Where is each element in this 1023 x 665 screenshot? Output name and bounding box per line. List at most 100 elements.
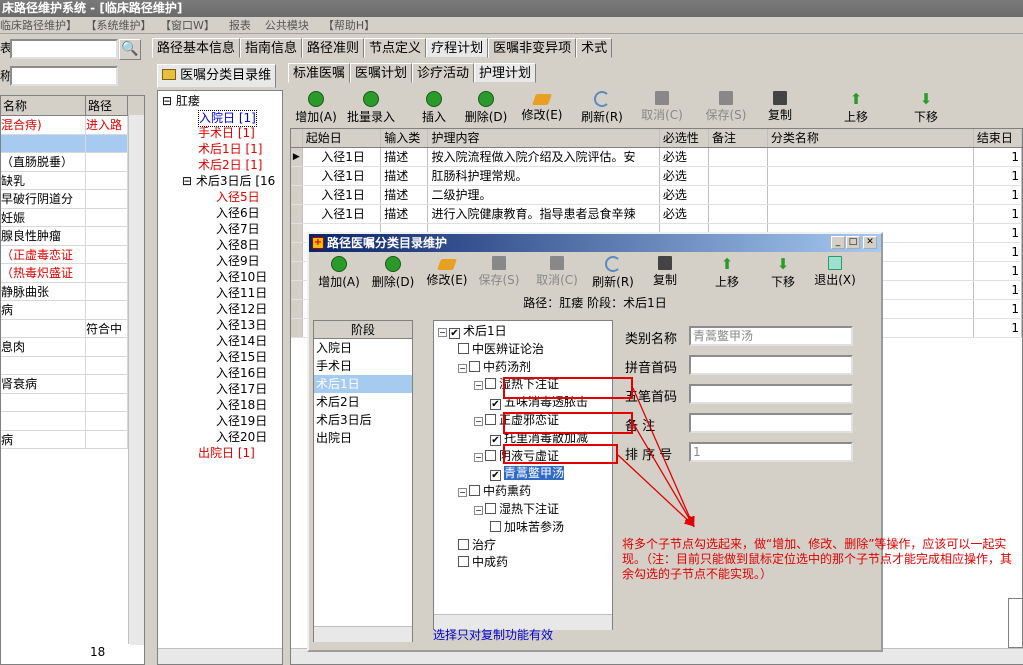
dialog-save-button[interactable]: 保存(S): [473, 256, 525, 288]
dialog-copy-button[interactable]: 复制: [639, 256, 691, 288]
expander-icon[interactable]: −: [474, 381, 483, 391]
cancel-button[interactable]: 取消(C): [634, 91, 690, 123]
stage-item[interactable]: 手术日: [314, 357, 412, 375]
pathway-stage-tree[interactable]: ⊟ 肛瘘 入院日 [1] 手术日 [1] 术后1日 [1] 术后2日 [1] ⊟ 术后3日…: [157, 90, 283, 665]
tree-node[interactable]: 入径13日: [216, 318, 267, 333]
inner-tab-0[interactable]: 标准医嘱: [288, 63, 351, 83]
inner-tab-1[interactable]: 医嘱计划: [350, 63, 413, 83]
grid-column-header[interactable]: 备注: [709, 129, 768, 147]
list-item[interactable]: （正虚毒恋证: [1, 245, 144, 264]
category-node[interactable]: − 中药熏药: [458, 483, 531, 499]
grid-column-header[interactable]: 必选性: [660, 129, 709, 147]
list-item[interactable]: 息肉: [1, 338, 144, 357]
category-node[interactable]: − 中药汤剂: [458, 359, 531, 375]
list-item[interactable]: 腺良性肿瘤: [1, 227, 144, 246]
category-node[interactable]: ✔ 青蒿鳖甲汤: [490, 465, 565, 482]
list-item[interactable]: （直肠脱垂）: [1, 153, 144, 172]
left-list-scrollbar[interactable]: [128, 115, 144, 645]
expander-icon[interactable]: −: [474, 417, 483, 426]
list-item[interactable]: 缺乳: [1, 171, 144, 190]
tree-hscrollbar[interactable]: [158, 648, 282, 664]
inner-tab-2[interactable]: 诊疗活动: [412, 63, 475, 83]
field-input[interactable]: 青蒿鳖甲汤: [689, 326, 853, 346]
menu-item-3[interactable]: 报表: [229, 19, 251, 32]
grid-column-header[interactable]: 结束日: [974, 129, 1022, 147]
delete-button[interactable]: 删除(D): [458, 91, 514, 125]
tree-node[interactable]: 入径15日: [216, 350, 267, 365]
menu-item-4[interactable]: 公共模块: [265, 19, 309, 32]
tree-node[interactable]: ⊟ 术后3日后 [16: [182, 174, 275, 189]
dialog-add-button[interactable]: 增加(A): [313, 256, 365, 290]
tab-order-category[interactable]: 医嘱分类目录维: [157, 64, 277, 88]
checkbox[interactable]: [490, 520, 501, 532]
checkbox[interactable]: [485, 414, 496, 425]
list-item[interactable]: 病: [1, 301, 144, 320]
grid-column-header[interactable]: 输入类: [381, 129, 429, 147]
table-row[interactable]: 入径1日 描述 进行入院健康教育。指导患者忌食辛辣 必选 1: [291, 205, 1022, 224]
tab-5[interactable]: 医嘱非变异项: [488, 38, 577, 58]
stage-item[interactable]: 术后3日后: [314, 411, 412, 429]
tree-node[interactable]: 入径9日: [216, 254, 260, 269]
field-input[interactable]: 1: [689, 442, 853, 462]
list-item[interactable]: 早破行阴道分: [1, 190, 144, 209]
tree-node[interactable]: 入径8日: [216, 238, 260, 253]
minimize-button[interactable]: _: [831, 236, 845, 249]
checkbox[interactable]: [458, 556, 469, 568]
category-node[interactable]: 加味苦参汤: [490, 519, 564, 535]
list-item[interactable]: 病: [1, 430, 144, 449]
tree-node[interactable]: 入径19日: [216, 414, 267, 429]
refresh-button[interactable]: 刷新(R): [574, 91, 630, 125]
down-arrow-button[interactable]: ⬇ 下移: [898, 91, 954, 125]
tree-node[interactable]: 入径16日: [216, 366, 267, 381]
menu-item-1[interactable]: 【系统维护】: [91, 19, 152, 32]
list-item[interactable]: 妊娠: [1, 208, 144, 227]
inner-tab-3[interactable]: 护理计划: [474, 63, 537, 83]
name-input[interactable]: [10, 66, 118, 86]
search-input[interactable]: [10, 39, 118, 59]
up-arrow-button[interactable]: ⬆ 上移: [828, 91, 884, 125]
list-item[interactable]: 静脉曲张: [1, 282, 144, 301]
checkbox[interactable]: [458, 342, 469, 354]
tree-node[interactable]: 入径12日: [216, 302, 267, 317]
stage-item[interactable]: 术后2日: [314, 393, 412, 411]
table-row[interactable]: 入径1日 描述 二级护理。 必选 1: [291, 186, 1022, 205]
search-button[interactable]: 🔍: [119, 39, 141, 60]
category-node[interactable]: 中医辨证论治: [458, 341, 544, 357]
edit-button[interactable]: 修改(E): [514, 91, 570, 123]
checkbox[interactable]: ✔: [490, 470, 501, 482]
category-tree[interactable]: − ✔ 术后1日 中医辨证论治 − 中药汤剂 − 湿热下注证 ✔ 五味消毒透脓击 − 正虚邪恋证 ✔ 托里…: [433, 320, 613, 630]
list-item[interactable]: [1, 356, 144, 375]
expander-icon[interactable]: −: [474, 452, 483, 462]
tree-node[interactable]: 入径14日: [216, 334, 267, 349]
copy-button[interactable]: 复制: [752, 91, 808, 123]
category-node[interactable]: − ✔ 术后1日: [438, 323, 507, 339]
tree-node[interactable]: 入径18日: [216, 398, 267, 413]
close-button[interactable]: ✕: [863, 236, 877, 249]
field-input[interactable]: [689, 413, 853, 433]
list-item[interactable]: [1, 412, 144, 431]
tree-node[interactable]: 出院日 [1]: [198, 446, 255, 461]
tree-node[interactable]: 入径11日: [216, 286, 267, 301]
expander-icon[interactable]: −: [458, 488, 467, 498]
menu-item-5[interactable]: 【帮助H】: [323, 19, 375, 32]
tree-node[interactable]: 入径17日: [216, 382, 267, 397]
stage-item[interactable]: 出院日: [314, 429, 412, 447]
checkbox[interactable]: [485, 449, 496, 461]
checkbox[interactable]: [485, 378, 496, 390]
tree-node[interactable]: 入径6日: [216, 206, 260, 221]
list-item[interactable]: [1, 393, 144, 412]
insert-button[interactable]: 插入: [406, 91, 462, 125]
dialog-edit-button[interactable]: 修改(E): [421, 256, 473, 288]
dialog-cancel-button[interactable]: 取消(C): [531, 256, 583, 288]
tree-node[interactable]: 入径10日: [216, 270, 267, 285]
tree-node[interactable]: 术后2日 [1]: [198, 158, 262, 173]
field-input[interactable]: [689, 384, 853, 404]
list-item[interactable]: 肾衰病: [1, 375, 144, 394]
expander-icon[interactable]: −: [438, 328, 447, 337]
checkbox[interactable]: [485, 503, 496, 514]
tree-node[interactable]: 手术日 [1]: [198, 126, 255, 141]
checkbox[interactable]: ✔: [490, 399, 501, 411]
grid-column-header[interactable]: 起始日: [303, 129, 382, 147]
checkbox[interactable]: [458, 538, 469, 550]
tab-6[interactable]: 术式: [576, 38, 613, 58]
